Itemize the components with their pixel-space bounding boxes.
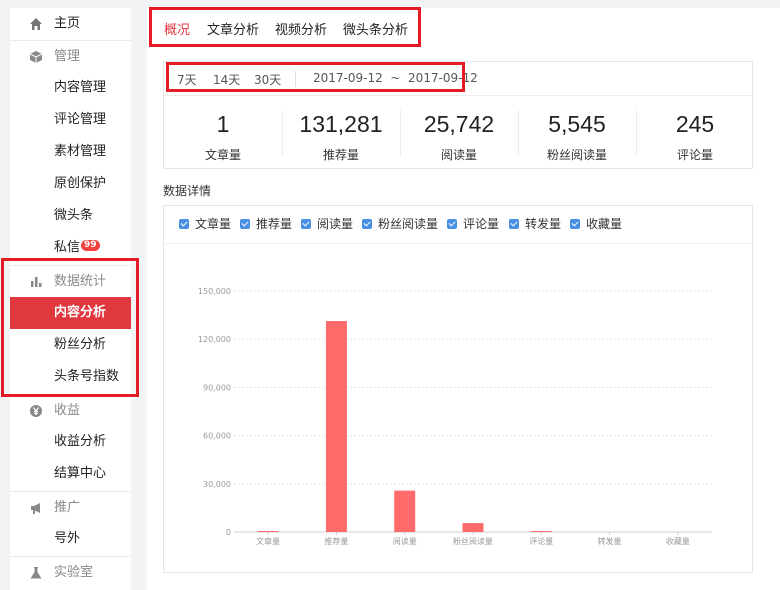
legend-label: 文章量 xyxy=(195,217,232,231)
legend-toggle-favorites[interactable]: 收藏量 xyxy=(570,216,622,232)
sidebar-group-income[interactable]: 收益 xyxy=(10,394,131,427)
home-icon xyxy=(30,18,42,30)
details-title: 数据详情 xyxy=(163,184,212,198)
sidebar-item-label: 评论管理 xyxy=(54,112,107,127)
legend-toggle-reads[interactable]: 阅读量 xyxy=(301,216,353,232)
legend-label: 评论量 xyxy=(463,217,500,231)
stat-comments: 245 评论量 xyxy=(636,98,754,163)
x-tick-label: 阅读量 xyxy=(393,536,417,546)
x-tick-label: 评论量 xyxy=(529,536,553,546)
x-tick-label: 收藏量 xyxy=(666,536,690,546)
checkbox-checked-icon xyxy=(509,219,519,229)
legend-label: 粉丝阅读量 xyxy=(378,217,439,231)
y-tick-label: 150,000 xyxy=(198,287,231,296)
megaphone-icon xyxy=(31,503,40,514)
annotation-box-stats-menu xyxy=(1,258,139,397)
stat-value: 131,281 xyxy=(299,111,383,137)
stat-label: 评论量 xyxy=(676,148,713,162)
checkbox-checked-icon xyxy=(240,219,250,229)
stat-value: 1 xyxy=(216,111,230,137)
main-panel: 概况 文章分析 视频分析 微头条分析 7天 14天 30天 2017-09-12… xyxy=(147,8,780,590)
checkbox-checked-icon xyxy=(570,219,580,229)
sidebar-item-label: 收益分析 xyxy=(54,434,107,449)
unread-badge: 99 xyxy=(81,240,100,251)
sidebar-item-material-manage[interactable]: 素材管理 xyxy=(10,136,131,168)
y-tick-label: 120,000 xyxy=(198,335,231,344)
chart-bar[interactable] xyxy=(394,490,416,532)
x-tick-label: 文章量 xyxy=(256,536,280,546)
legend-label: 收藏量 xyxy=(586,217,623,231)
legend-toggle-fan-reads[interactable]: 粉丝阅读量 xyxy=(362,216,438,232)
legend-label: 阅读量 xyxy=(317,217,354,231)
checkbox-checked-icon xyxy=(301,219,311,229)
details-panel: 文章量 推荐量 阅读量 粉丝阅读量 评论量 转发量 收藏量 0 30,000 60,… xyxy=(163,205,753,573)
checkbox-checked-icon xyxy=(447,219,457,229)
sidebar-group-label: 实验室 xyxy=(54,565,94,580)
x-tick-label: 转发量 xyxy=(598,536,622,546)
checkbox-checked-icon xyxy=(362,219,372,229)
annotation-box-tabs xyxy=(149,7,421,47)
stat-label: 文章量 xyxy=(204,148,241,162)
legend-bar: 文章量 推荐量 阅读量 粉丝阅读量 评论量 转发量 收藏量 xyxy=(164,206,752,244)
chart-bar[interactable] xyxy=(257,531,279,532)
chart-bar[interactable] xyxy=(325,321,347,532)
sidebar-item-label: 原创保护 xyxy=(54,176,107,191)
legend-label: 推荐量 xyxy=(256,217,293,231)
sidebar-item-extra[interactable]: 号外 xyxy=(10,523,131,555)
stat-value: 5,545 xyxy=(548,111,606,137)
sidebar-item-label: 号外 xyxy=(54,531,81,546)
sidebar-item-content-manage[interactable]: 内容管理 xyxy=(10,72,131,104)
cube-icon xyxy=(29,51,43,63)
sidebar-item-income-analysis[interactable]: 收益分析 xyxy=(10,426,131,458)
legend-toggle-comments[interactable]: 评论量 xyxy=(447,216,499,232)
stat-label: 粉丝阅读量 xyxy=(546,148,607,162)
sidebar-group-label: 管理 xyxy=(54,49,81,64)
checkbox-checked-icon xyxy=(179,219,189,229)
stat-value: 245 xyxy=(675,111,715,137)
stat-label: 阅读量 xyxy=(440,148,477,162)
sidebar-group-manage[interactable]: 管理 xyxy=(10,40,131,73)
x-tick-label: 推荐量 xyxy=(324,536,348,546)
summary-divider xyxy=(164,95,752,96)
sidebar-group-lab[interactable]: 实验室 xyxy=(10,556,131,589)
stat-value: 25,742 xyxy=(423,111,495,137)
sidebar-item-label: 结算中心 xyxy=(54,466,107,481)
stat-articles: 1 文章量 xyxy=(164,98,282,163)
stat-recommendations: 131,281 推荐量 xyxy=(282,98,400,163)
sidebar-item-label: 微头条 xyxy=(54,208,94,223)
chart-bar[interactable] xyxy=(530,531,552,532)
sidebar-item-label: 内容管理 xyxy=(54,80,107,95)
stat-reads: 25,742 阅读量 xyxy=(400,98,518,163)
sidebar-group-promote[interactable]: 推广 xyxy=(10,491,131,524)
legend-label: 转发量 xyxy=(525,217,562,231)
y-tick-label: 0 xyxy=(226,528,231,537)
sidebar-item-label: 素材管理 xyxy=(54,144,107,159)
y-tick-label: 30,000 xyxy=(203,480,231,489)
sidebar-item-original-protection[interactable]: 原创保护 xyxy=(10,168,131,200)
sidebar-item-settlement[interactable]: 结算中心 xyxy=(10,458,131,490)
yen-coin-icon xyxy=(30,405,42,417)
legend-toggle-articles[interactable]: 文章量 xyxy=(179,216,231,232)
x-tick-label: 粉丝阅读量 xyxy=(453,536,493,546)
sidebar-item-micro-headline[interactable]: 微头条 xyxy=(10,200,131,232)
sidebar-group-label: 收益 xyxy=(54,403,81,418)
sidebar-item-comment-manage[interactable]: 评论管理 xyxy=(10,104,131,136)
stat-fan-reads: 5,545 粉丝阅读量 xyxy=(518,98,636,163)
sidebar-item-label: 主页 xyxy=(54,16,81,31)
legend-toggle-recommendations[interactable]: 推荐量 xyxy=(240,216,292,232)
y-tick-label: 60,000 xyxy=(203,432,231,441)
y-tick-label: 90,000 xyxy=(203,383,231,392)
legend-toggle-shares[interactable]: 转发量 xyxy=(509,216,561,232)
flask-icon xyxy=(30,567,42,579)
sidebar-item-home[interactable]: 主页 xyxy=(10,8,131,40)
sidebar-group-label: 推广 xyxy=(54,500,81,515)
annotation-box-date-filter xyxy=(166,62,465,92)
stat-label: 推荐量 xyxy=(322,148,359,162)
bar-chart: 0 30,000 60,000 90,000 120,000 150,000 文章量 推荐量 阅… xyxy=(198,287,712,546)
chart-bar[interactable] xyxy=(462,523,484,532)
